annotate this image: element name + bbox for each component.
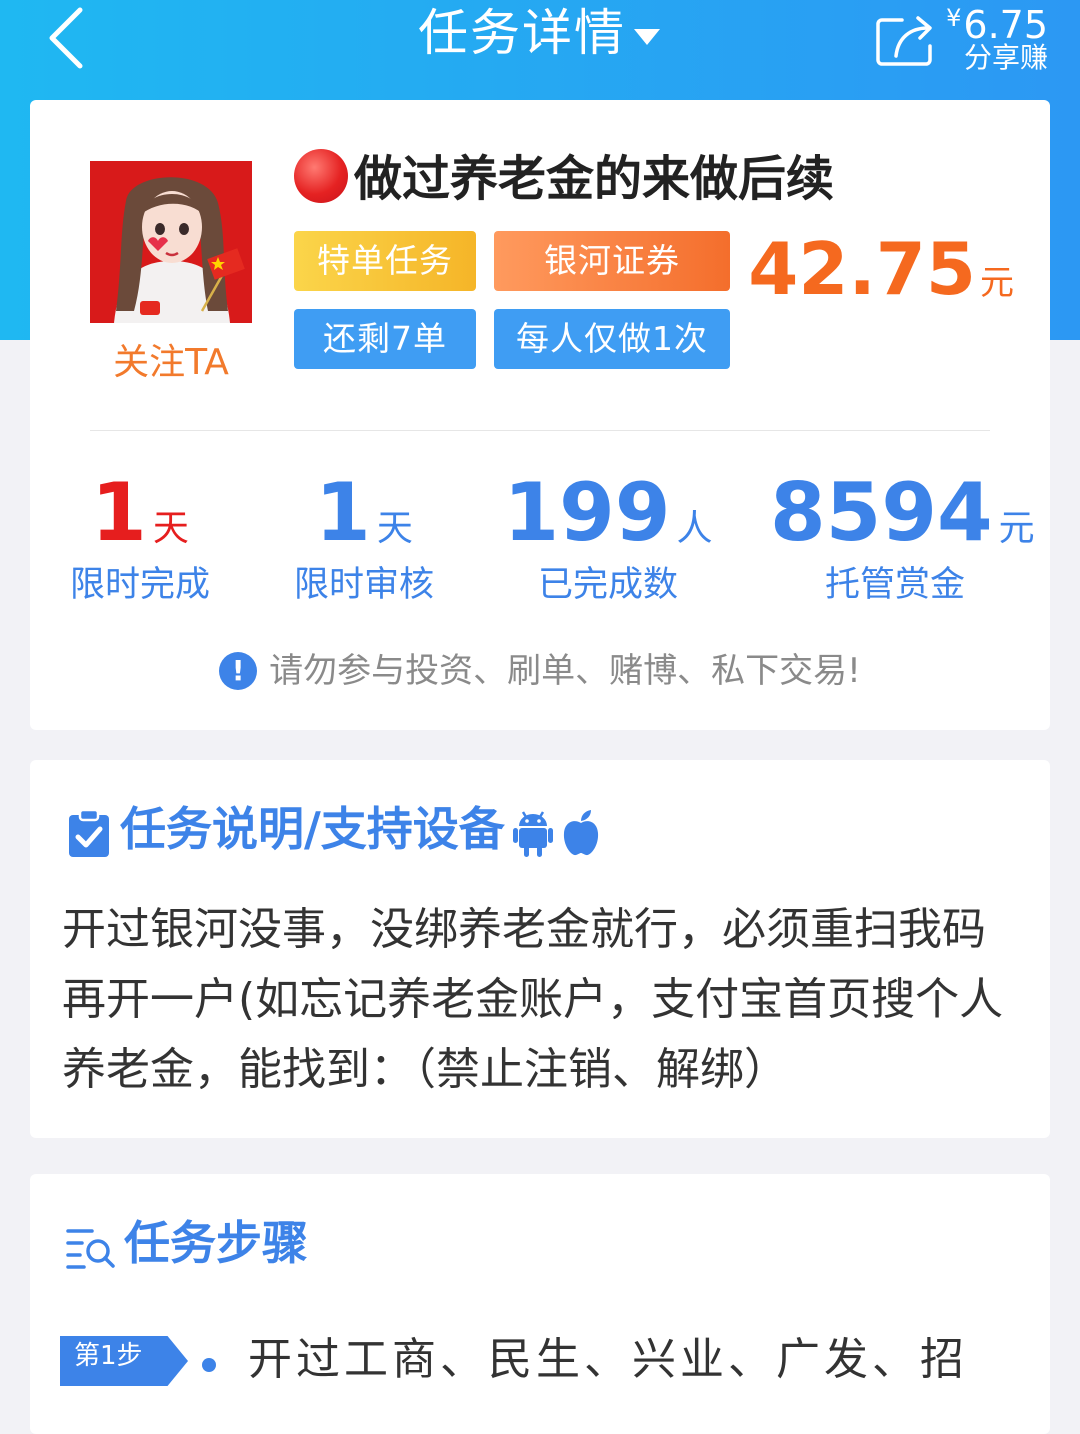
page-title: 任务详情 <box>418 4 626 62</box>
warning-notice: ! 请勿参与投资、刷单、赌博、私下交易! <box>30 644 1050 698</box>
exclamation-icon: ! <box>219 652 258 690</box>
task-reward: 42.75 元 <box>748 227 1014 311</box>
share-earn-button[interactable]: ¥6.75 分享赚 <box>868 0 1048 80</box>
step-1-text: 开过工商、民生、兴业、广发、招 <box>248 1334 968 1385</box>
share-label: 分享赚 <box>963 41 1048 74</box>
stat-review-limit: 1天 限时审核 <box>293 466 434 606</box>
follow-button[interactable]: 关注TA <box>90 338 252 388</box>
list-search-icon <box>66 1228 115 1269</box>
tag-remaining: 还剩7单 <box>294 309 476 369</box>
avatar-illustration <box>90 161 252 323</box>
tag-broker: 银河证券 <box>494 231 730 291</box>
apple-icon <box>563 809 598 855</box>
task-description-card: 任务说明/支持设备 开过银河没事，没绑养老金就行，必须重扫我码再开一户(如忘记养… <box>30 760 1050 1138</box>
android-icon <box>512 810 553 857</box>
description-section-title: 任务说明/支持设备 <box>66 794 601 864</box>
steps-section-title: 任务步骤 <box>66 1208 308 1278</box>
publisher-avatar[interactable] <box>90 161 252 323</box>
tag-special-task: 特单任务 <box>294 231 476 291</box>
task-description-text: 开过银河没事，没绑养老金就行，必须重扫我码再开一户(如忘记养老金账户，支付宝首页… <box>62 904 1004 1095</box>
divider <box>90 430 990 431</box>
red-circle-icon <box>294 149 348 203</box>
task-summary-card: 关注TA 做过养老金的来做后续 特单任务 银河证券 还剩7单 每人仅做1次 42… <box>30 100 1050 730</box>
stat-time-limit: 1天 限时完成 <box>69 466 210 606</box>
step-1-badge: 第1步 <box>60 1336 188 1386</box>
task-title: 做过养老金的来做后续 <box>294 144 1034 214</box>
task-steps-card: 任务步骤 第1步 开过工商、民生、兴业、广发、招 <box>30 1174 1050 1434</box>
share-icon <box>876 16 932 66</box>
caret-down-icon <box>634 28 660 45</box>
tag-once-per-person: 每人仅做1次 <box>494 309 730 369</box>
step-dot <box>202 1358 216 1372</box>
stat-completed-count: 199 人 已完成数 <box>503 466 713 606</box>
clipboard-check-icon <box>69 808 109 857</box>
stat-escrow-bounty: 8594 元 托管赏金 <box>770 466 1035 606</box>
navbar: 任务详情 ¥6.75 分享赚 <box>0 0 1080 100</box>
